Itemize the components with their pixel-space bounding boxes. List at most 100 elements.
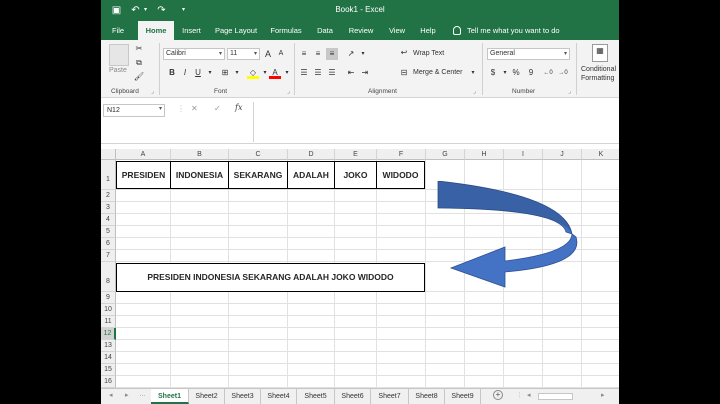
sheet-tab[interactable]: Sheet9 bbox=[445, 389, 481, 404]
align-left-icon[interactable]: ☰ bbox=[298, 67, 310, 79]
cell-f1[interactable]: WIDODO bbox=[376, 161, 425, 189]
align-middle-icon[interactable]: ≡ bbox=[312, 48, 324, 60]
sheet-tab[interactable]: Sheet2 bbox=[189, 389, 225, 404]
font-color-icon[interactable]: A bbox=[269, 67, 281, 79]
clipboard-launcher-icon[interactable]: ⌟ bbox=[151, 88, 154, 95]
column-header[interactable]: H bbox=[465, 149, 504, 160]
row-header[interactable]: 1 bbox=[101, 160, 116, 190]
tab-insert[interactable]: Insert bbox=[179, 21, 204, 40]
paste-icon[interactable] bbox=[109, 44, 129, 66]
tell-me-search[interactable]: Tell me what you want to do bbox=[467, 21, 560, 40]
increase-decimal-icon[interactable]: ←0 bbox=[542, 67, 554, 79]
copy-icon[interactable]: ⧉ bbox=[133, 57, 145, 69]
tab-view[interactable]: View bbox=[386, 21, 408, 40]
merged-cell-a8[interactable]: PRESIDEN INDONESIA SEKARANG ADALAH JOKO … bbox=[116, 263, 425, 292]
tab-file[interactable]: File bbox=[107, 21, 129, 40]
cell-a1[interactable]: PRESIDEN bbox=[116, 161, 171, 189]
sheet-tab[interactable]: Sheet4 bbox=[261, 389, 297, 404]
italic-button[interactable]: I bbox=[179, 67, 191, 79]
cell-b1[interactable]: INDONESIA bbox=[170, 161, 229, 189]
row-header[interactable]: 10 bbox=[101, 304, 116, 316]
bold-button[interactable]: B bbox=[166, 67, 178, 79]
cell-d1[interactable]: ADALAH bbox=[287, 161, 335, 189]
row-header[interactable]: 7 bbox=[101, 250, 116, 262]
fill-color-icon[interactable]: ◇ bbox=[247, 67, 259, 79]
row-header[interactable]: 16 bbox=[101, 376, 116, 388]
wrap-text-button[interactable]: Wrap Text bbox=[413, 50, 444, 57]
tab-home[interactable]: Home bbox=[138, 21, 174, 40]
enter-icon[interactable]: ✓ bbox=[214, 104, 221, 113]
name-box[interactable]: N12 bbox=[103, 104, 165, 117]
column-header[interactable]: E bbox=[335, 149, 377, 160]
accounting-format-icon[interactable]: $ bbox=[487, 67, 499, 79]
tab-page-layout[interactable]: Page Layout bbox=[213, 21, 259, 40]
wrap-text-icon[interactable]: ↩ bbox=[398, 47, 410, 59]
borders-dropdown-icon[interactable]: ▾ bbox=[231, 67, 243, 79]
number-format-select[interactable]: General ▾ bbox=[487, 48, 570, 60]
font-color-dropdown-icon[interactable]: ▾ bbox=[281, 67, 293, 79]
scroll-left-icon[interactable]: ◂ bbox=[527, 391, 531, 399]
sheet-tab[interactable]: Sheet5 bbox=[297, 389, 335, 404]
cell-e1[interactable]: JOKO bbox=[334, 161, 377, 189]
row-header[interactable]: 15 bbox=[101, 364, 116, 376]
increase-indent-icon[interactable]: ⇥ bbox=[359, 67, 371, 79]
row-header[interactable]: 4 bbox=[101, 214, 116, 226]
decrease-font-icon[interactable]: A bbox=[275, 48, 287, 60]
new-sheet-button[interactable]: + bbox=[493, 390, 503, 400]
row-header[interactable]: 9 bbox=[101, 292, 116, 304]
borders-icon[interactable]: ⊞ bbox=[219, 67, 231, 79]
prev-sheet-icon[interactable]: ◂ bbox=[109, 391, 113, 399]
sheet-tab[interactable]: Sheet6 bbox=[335, 389, 371, 404]
column-header[interactable]: K bbox=[582, 149, 619, 160]
column-header[interactable]: B bbox=[171, 149, 229, 160]
row-header[interactable]: 6 bbox=[101, 238, 116, 250]
column-header[interactable]: C bbox=[229, 149, 288, 160]
more-sheets-icon[interactable]: … bbox=[139, 391, 146, 398]
font-name-select[interactable]: Calibri ▾ bbox=[163, 48, 225, 60]
increase-font-icon[interactable]: A bbox=[262, 48, 274, 60]
column-header[interactable]: I bbox=[504, 149, 543, 160]
row-header[interactable]: 5 bbox=[101, 226, 116, 238]
insert-function-icon[interactable]: fx bbox=[235, 103, 242, 112]
orientation-icon[interactable]: ↗ bbox=[345, 48, 357, 60]
number-launcher-icon[interactable]: ⌟ bbox=[568, 88, 571, 95]
column-header[interactable]: D bbox=[288, 149, 335, 160]
align-bottom-icon[interactable]: ≡ bbox=[326, 48, 338, 60]
cell-c1[interactable]: SEKARANG bbox=[228, 161, 288, 189]
paste-button[interactable]: Paste bbox=[109, 67, 127, 74]
sheet-tab[interactable]: Sheet8 bbox=[409, 389, 445, 404]
sheet-tab[interactable]: Sheet7 bbox=[371, 389, 409, 404]
row-header[interactable]: 13 bbox=[101, 340, 116, 352]
align-right-icon[interactable]: ☰ bbox=[326, 67, 338, 79]
row-header[interactable]: 12 bbox=[101, 328, 116, 340]
column-header[interactable]: J bbox=[543, 149, 582, 160]
tab-data[interactable]: Data bbox=[315, 21, 335, 40]
alignment-launcher-icon[interactable]: ⌟ bbox=[473, 88, 476, 95]
tab-formulas[interactable]: Formulas bbox=[268, 21, 304, 40]
conditional-formatting-icon[interactable]: ▦ bbox=[592, 44, 608, 62]
curved-arrow-shape[interactable] bbox=[431, 181, 591, 308]
column-header[interactable]: F bbox=[377, 149, 426, 160]
row-header[interactable]: 14 bbox=[101, 352, 116, 364]
sheet-tab[interactable]: Sheet1 bbox=[151, 389, 189, 404]
font-launcher-icon[interactable]: ⌟ bbox=[287, 88, 290, 95]
format-painter-icon[interactable]: 🖌 bbox=[133, 71, 145, 83]
next-sheet-icon[interactable]: ▸ bbox=[125, 391, 129, 399]
underline-dropdown-icon[interactable]: ▾ bbox=[204, 67, 216, 79]
column-header[interactable]: A bbox=[116, 149, 171, 160]
font-size-select[interactable]: 11 ▾ bbox=[227, 48, 260, 60]
comma-style-button[interactable]: 9 bbox=[525, 67, 537, 79]
align-center-icon[interactable]: ☰ bbox=[312, 67, 324, 79]
merge-center-icon[interactable]: ⊟ bbox=[398, 67, 410, 79]
row-header[interactable]: 3 bbox=[101, 202, 116, 214]
name-box-dropdown-icon[interactable]: ▾ bbox=[159, 105, 162, 112]
formula-input[interactable] bbox=[253, 102, 619, 142]
cancel-icon[interactable]: ✕ bbox=[191, 104, 198, 113]
scroll-right-icon[interactable]: ▸ bbox=[601, 391, 605, 399]
conditional-label[interactable]: Conditional bbox=[581, 66, 616, 73]
align-top-icon[interactable]: ≡ bbox=[298, 48, 310, 60]
decrease-decimal-icon[interactable]: →0 bbox=[557, 67, 569, 79]
decrease-indent-icon[interactable]: ⇤ bbox=[345, 67, 357, 79]
cut-icon[interactable]: ✂ bbox=[133, 43, 145, 55]
tab-help[interactable]: Help bbox=[418, 21, 438, 40]
